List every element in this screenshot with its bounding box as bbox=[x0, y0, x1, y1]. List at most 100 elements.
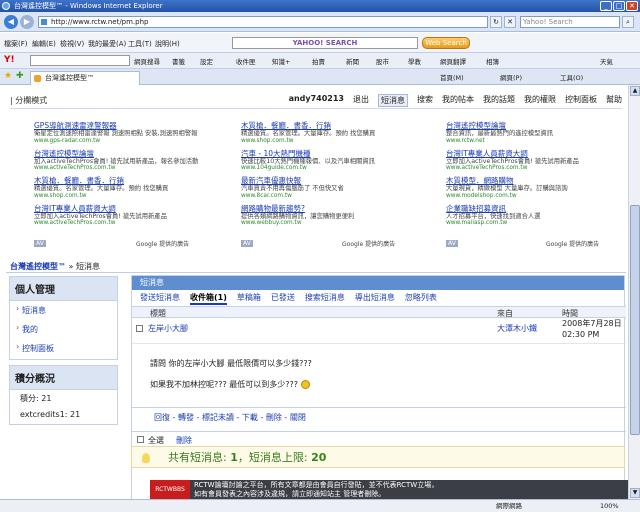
select-all-label[interactable]: 全選 bbox=[148, 435, 164, 446]
message-sender[interactable]: 大潭木小鐵 bbox=[497, 323, 537, 334]
page-menu[interactable]: 網頁(P) bbox=[500, 72, 522, 82]
username-link[interactable]: andy740213 bbox=[289, 94, 344, 107]
ad-item[interactable]: 台灣IT專業人員薪資大調 立即加入activeTechPros會員! 搶先試用新產… bbox=[34, 204, 214, 228]
ad-item[interactable]: 木質槍．餐廳．書香．行銷 精選優質。名家管理。大量庫存。預約 找您購買 www.sh… bbox=[241, 121, 421, 145]
nav-my-posts[interactable]: 我的帖本 bbox=[442, 94, 474, 107]
tab-export[interactable]: 導出短消息 bbox=[355, 292, 395, 305]
menu-help[interactable]: 說明(H) bbox=[155, 39, 180, 49]
ad-item[interactable]: 網路購物最新趨勢? 提供各類網路購物資訊，讓您購物更便利 www.webbuy.co… bbox=[241, 204, 421, 228]
yahoo-toolbar: Y! 網頁搜尋 書籤 設定 收件匣 知識+ 拍賣 新聞 股市 學教 網頁翻譯 相… bbox=[0, 53, 640, 69]
row-checkbox[interactable] bbox=[136, 325, 143, 332]
sidebar-item-messages[interactable]: 短消息 bbox=[10, 301, 117, 320]
address-field[interactable]: http://www.rctw.net/pm.php bbox=[38, 16, 488, 28]
stop-icon[interactable]: ✕ bbox=[504, 16, 516, 28]
maximize-button[interactable]: □ bbox=[613, 1, 625, 11]
tab-search[interactable]: 搜索短消息 bbox=[305, 292, 345, 305]
tools-menu[interactable]: 工具(O) bbox=[560, 72, 583, 82]
nav-messages[interactable]: 短消息 bbox=[378, 94, 408, 107]
tab-send[interactable]: 發送短消息 bbox=[140, 292, 180, 305]
favorites-star-icon[interactable]: ★ bbox=[4, 71, 12, 81]
tab-inbox[interactable]: 收件箱(1) bbox=[190, 292, 227, 305]
window-title: 台灣遙控模型™ - Windows Internet Explorer bbox=[14, 2, 163, 10]
banner-text: RCTW論壇討論之平台，所有文章都是由會員自行發貼，並不代表RCTW立場， bbox=[194, 481, 439, 489]
back-button[interactable]: ◀ bbox=[4, 15, 18, 29]
message-subject[interactable]: 左岸小大腳 bbox=[148, 323, 188, 334]
toolbar-item[interactable]: 天氣 bbox=[600, 56, 613, 66]
ad-item[interactable]: 最新汽車優惠快報 汽車買賣不用再傷腦筋了 不但快又省 www.8car.com.tw bbox=[241, 176, 421, 200]
ad-item[interactable]: 台灣遙控模型論壇 加入activeTechPros會員! 搶先試用新產品，報名參加… bbox=[34, 149, 214, 173]
minimize-button[interactable]: _ bbox=[600, 1, 612, 11]
breadcrumb: 台灣遙控模型™ » 短消息 bbox=[10, 262, 100, 271]
menu-tools[interactable]: 工具(T) bbox=[128, 39, 152, 49]
delete-button[interactable]: 刪除 bbox=[176, 435, 192, 446]
toolbar-item[interactable]: 新聞 bbox=[346, 56, 359, 66]
google-ads: GPS導航測速雷達警報器 衛星定位測速照相雷達警報 測速照相點 安裝,測速照相警報… bbox=[34, 121, 626, 251]
close-button[interactable]: ✕ bbox=[626, 1, 638, 11]
toolbar-item[interactable]: 學教 bbox=[408, 56, 421, 66]
refresh-icon[interactable]: ↻ bbox=[490, 16, 502, 28]
table-footer: 全選 刪除 bbox=[132, 431, 626, 447]
tab-drafts[interactable]: 草稿箱 bbox=[237, 292, 261, 305]
search-input[interactable]: Yahoo! Search bbox=[520, 16, 620, 28]
toolbar-item[interactable]: 收件匣 bbox=[236, 56, 256, 66]
forward-button[interactable]: ▶ bbox=[20, 15, 34, 29]
table-row[interactable]: 左岸小大腳 大潭木小鐵 2008年7月28日 02:30 PM bbox=[132, 318, 626, 344]
nav-permissions[interactable]: 我的權限 bbox=[524, 94, 556, 107]
ad-footer[interactable]: Google 提供的廣告 bbox=[136, 239, 189, 248]
ad-footer[interactable]: Google 提供的廣告 bbox=[342, 239, 395, 248]
sidebar-item-mine[interactable]: 我的 bbox=[10, 320, 117, 339]
ad-item[interactable]: 企業職缺招募資訊 人才招募平台，快速找到適合人選 www.mailasp.com.t… bbox=[446, 204, 626, 228]
menu-edit[interactable]: 編輯(E) bbox=[32, 39, 56, 49]
scroll-down-icon[interactable]: ▼ bbox=[630, 488, 640, 498]
search-icon[interactable]: ⌕ bbox=[622, 16, 634, 28]
ad-item[interactable]: 台灣IT專業人員薪資大調 立即加入activeTechPros會員! 搶先試用新產… bbox=[446, 149, 626, 173]
address-toolbar: ◀ ▶ http://www.rctw.net/pm.php ↻ ✕ Yahoo… bbox=[0, 12, 640, 32]
panel-header: 短消息 bbox=[132, 276, 624, 290]
web-search-button[interactable]: Web Search bbox=[422, 37, 470, 49]
toolbar-item[interactable]: 網頁搜尋 bbox=[134, 56, 160, 66]
yahoo-search-box[interactable]: YAHOO! SEARCH bbox=[232, 37, 418, 49]
column-mode-label[interactable]: | 分欄模式 bbox=[10, 95, 47, 106]
browser-tab[interactable]: 台灣遙控模型™ bbox=[30, 71, 140, 85]
nav-control-panel[interactable]: 控制面板 bbox=[565, 94, 597, 107]
add-favorite-icon[interactable]: ✚ bbox=[16, 71, 24, 81]
scroll-up-icon[interactable]: ▲ bbox=[630, 86, 640, 96]
ad-item[interactable]: 台灣遙控模型論壇 整合資訊，最新最熱門的遙控模型資訊 www.rctw.net bbox=[446, 121, 626, 145]
smiley-icon bbox=[300, 380, 310, 389]
toolbar-item[interactable]: 拍賣 bbox=[312, 56, 325, 66]
toolbar-item[interactable]: 知識+ bbox=[272, 56, 290, 66]
message-date: 2008年7月28日 02:30 PM bbox=[562, 319, 622, 339]
message-actions[interactable]: 回復 - 轉發 - 標記未讀 - 下載 - 刪除 - 關閉 bbox=[154, 412, 306, 423]
message-line: 請問 你的左岸小大腳 最低限價可以多少錢??? bbox=[150, 359, 312, 368]
nav-help[interactable]: 幫助 bbox=[606, 94, 622, 107]
vertical-scrollbar[interactable]: ▲ ▼ bbox=[628, 85, 640, 499]
zoom-level[interactable]: 100% bbox=[600, 500, 619, 512]
scroll-thumb[interactable] bbox=[630, 205, 640, 435]
tab-ignore[interactable]: 忽略列表 bbox=[405, 292, 437, 305]
yahoo-toolbar-input[interactable] bbox=[30, 55, 130, 66]
ad-footer[interactable]: Google 提供的廣告 bbox=[546, 239, 599, 248]
breadcrumb-site[interactable]: 台灣遙控模型™ bbox=[10, 262, 66, 271]
ad-item[interactable]: 汽車 - 10大熱門機種 快速比較10大熱門機種報價、以及汽車相關資訊 www.10… bbox=[241, 149, 421, 173]
tab-sent[interactable]: 已發送 bbox=[271, 292, 295, 305]
nav-search[interactable]: 搜索 bbox=[417, 94, 433, 107]
ad-item[interactable]: 木質槍．餐廳．書香．行銷 精選優質。名家管理。大量庫存。預約 找您購買 www.sh… bbox=[34, 176, 214, 200]
nav-logout[interactable]: 退出 bbox=[353, 94, 369, 107]
select-all-checkbox[interactable] bbox=[137, 436, 144, 443]
ad-item[interactable]: 木質模型．網路購物 大量現貨，精緻模型 大量庫存。訂購與諮詢 www.modelsh… bbox=[446, 176, 626, 200]
ie-icon bbox=[2, 2, 10, 10]
sidebar-item-control-panel[interactable]: 控制面板 bbox=[10, 339, 117, 358]
menu-view[interactable]: 檢視(V) bbox=[60, 39, 84, 49]
toolbar-item[interactable]: 書籤 bbox=[172, 56, 185, 66]
toolbar-item[interactable]: 相簿 bbox=[486, 56, 499, 66]
menu-file[interactable]: 檔案(F) bbox=[4, 39, 28, 49]
toolbar-item[interactable]: 設定 bbox=[200, 56, 213, 66]
home-menu[interactable]: 首頁(M) bbox=[440, 72, 464, 82]
toolbar-item[interactable]: 網頁翻譯 bbox=[440, 56, 466, 66]
menu-favorites[interactable]: 我的最愛(A) bbox=[88, 39, 126, 49]
yahoo-logo-icon: Y! bbox=[4, 55, 15, 65]
ad-item[interactable]: GPS導航測速雷達警報器 衛星定位測速照相雷達警報 測速照相點 安裝,測速照相警報… bbox=[34, 121, 214, 145]
toolbar-item[interactable]: 股市 bbox=[376, 56, 389, 66]
nav-my-topics[interactable]: 我的話題 bbox=[483, 94, 515, 107]
banner-text: 如有會員發表之內容涉及違規，請立即通知站主 管理者刪除。 bbox=[194, 490, 386, 498]
